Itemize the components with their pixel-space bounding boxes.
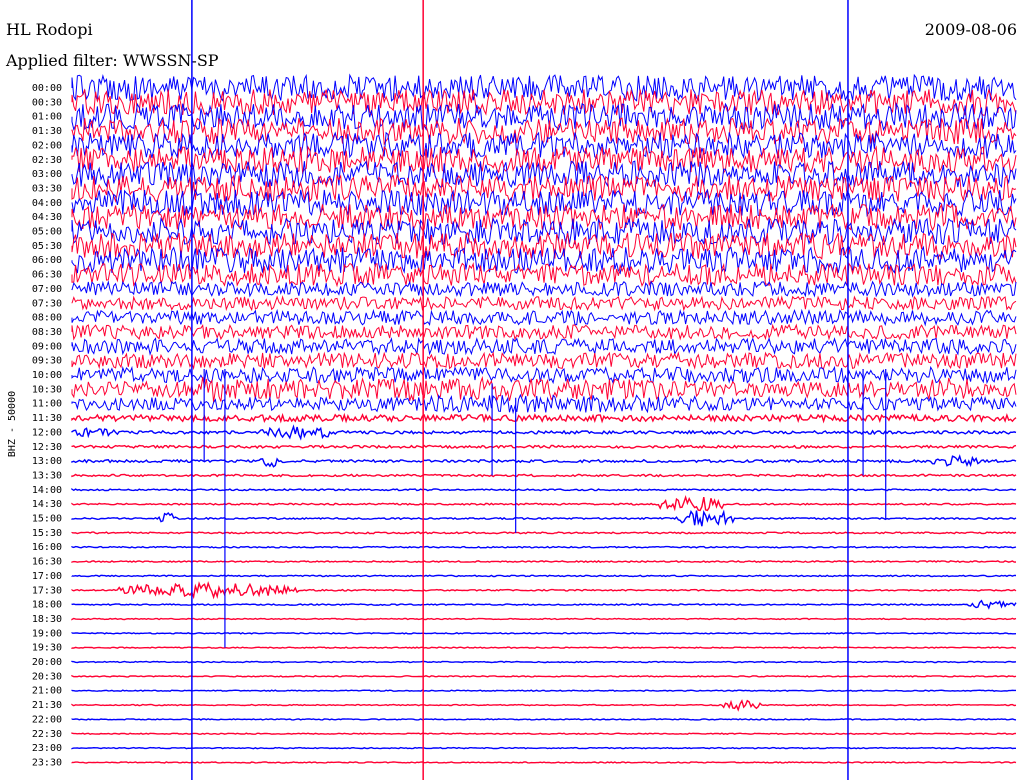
row-label: 19:00	[32, 628, 62, 639]
trace-row	[71, 632, 1017, 635]
trace-row	[71, 424, 1017, 441]
row-label: 00:00	[32, 83, 62, 94]
trace-row	[71, 473, 1017, 478]
row-label: 03:30	[32, 183, 62, 194]
trace-row	[71, 718, 1017, 721]
row-label: 17:00	[32, 571, 62, 582]
trace-row	[71, 117, 1017, 146]
trace-row	[71, 337, 1017, 356]
row-label-group: 00:00 00:30 01:00 01:30 02:00 02:30 03:00 03:30…	[32, 83, 62, 768]
row-label: 09:30	[32, 356, 62, 367]
row-label: 04:00	[32, 198, 62, 209]
row-label: 20:30	[32, 671, 62, 682]
helicorder-chart: 00:00 00:30 01:00 01:30 02:00 02:30 03:00 03:30…	[7, 0, 1017, 780]
row-label: 14:30	[32, 499, 62, 510]
row-label: 11:30	[32, 413, 62, 424]
trace-row	[71, 131, 1017, 160]
row-label: 10:00	[32, 370, 62, 381]
trace-row	[71, 646, 1017, 649]
row-label: 01:30	[32, 126, 62, 137]
trace-row	[71, 280, 1017, 298]
trace-row	[71, 202, 1017, 232]
row-label: 07:30	[32, 298, 62, 309]
trace-row	[71, 454, 1017, 468]
row-label: 05:30	[32, 241, 62, 252]
channel-label: BHZ - 50000	[7, 391, 18, 457]
row-label: 12:30	[32, 442, 62, 453]
row-label: 21:00	[32, 686, 62, 697]
row-label: 23:00	[32, 743, 62, 754]
trace-row	[71, 545, 1017, 549]
row-label: 10:30	[32, 384, 62, 395]
trace-row	[71, 574, 1017, 578]
trace-row	[71, 761, 1017, 764]
row-label: 02:00	[32, 140, 62, 151]
row-label: 13:00	[32, 456, 62, 467]
trace-row	[71, 375, 1017, 403]
trace-row	[71, 746, 1016, 750]
row-label: 09:00	[32, 341, 62, 352]
trace-row	[71, 295, 1017, 312]
row-label: 01:00	[32, 112, 62, 123]
row-label: 00:30	[32, 97, 62, 108]
trace-row	[71, 509, 1017, 527]
row-label: 16:00	[32, 542, 62, 553]
trace-row	[71, 412, 1017, 424]
row-label: 21:30	[32, 700, 62, 711]
row-label: 06:00	[32, 255, 62, 266]
trace-row	[71, 732, 1017, 736]
trace-row	[71, 487, 1017, 492]
row-label: 03:00	[32, 169, 62, 180]
row-label: 04:30	[32, 212, 62, 223]
row-label: 22:30	[32, 729, 62, 740]
trace-row	[71, 674, 1017, 678]
row-label: 12:00	[32, 427, 62, 438]
trace-row	[71, 323, 1017, 341]
row-label: 07:00	[32, 284, 62, 295]
trace-row	[71, 581, 1017, 600]
row-label: 17:30	[32, 585, 62, 596]
row-label: 13:30	[32, 470, 62, 481]
row-label: 18:00	[32, 600, 62, 611]
row-label: 18:30	[32, 614, 62, 625]
trace-row	[71, 308, 1017, 327]
trace-row	[71, 617, 1017, 621]
trace-row	[71, 599, 1017, 610]
row-label: 05:00	[32, 227, 62, 238]
trace-row	[71, 560, 1017, 564]
helicorder-page: HL Rodopi Applied filter: WWSSN-SP 2009-…	[0, 0, 1024, 780]
trace-row	[71, 495, 1017, 512]
row-label: 11:00	[32, 399, 62, 410]
trace-group	[71, 73, 1017, 764]
trace-row	[71, 102, 1017, 132]
trace-row	[71, 660, 1017, 664]
trace-row	[71, 531, 1017, 535]
row-label: 22:00	[32, 714, 62, 725]
row-label: 15:00	[32, 514, 62, 525]
trace-row	[71, 699, 1017, 712]
trace-row	[71, 88, 1017, 117]
row-label: 20:00	[32, 657, 62, 668]
row-label: 19:30	[32, 643, 62, 654]
row-label: 16:30	[32, 557, 62, 568]
trace-row	[71, 444, 1017, 450]
row-label: 14:00	[32, 485, 62, 496]
row-label: 08:30	[32, 327, 62, 338]
row-label: 08:00	[32, 313, 62, 324]
row-label: 15:30	[32, 528, 62, 539]
trace-row	[71, 689, 1016, 692]
row-label: 02:30	[32, 155, 62, 166]
row-label: 06:30	[32, 270, 62, 281]
trace-row	[71, 261, 1017, 288]
trace-row	[71, 365, 1017, 385]
trace-row	[71, 351, 1017, 371]
row-label: 23:30	[32, 757, 62, 768]
